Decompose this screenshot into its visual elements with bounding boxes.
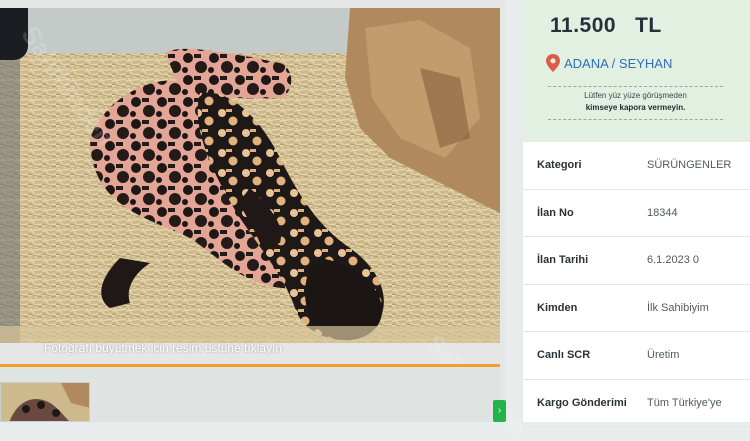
detail-value: 6.1.2023 0 [647,254,699,266]
location-text: ADANA / SEYHAN [564,55,673,71]
detail-value: Tüm Türkiye'ye [647,396,722,409]
detail-row-listing-no: İlan No 18344 [523,190,750,237]
listing-info-panel: 11.500 TL ADANA / SEYHAN Lütfen yüz yüze… [523,0,750,427]
detail-label: Canlı SCR [537,349,591,361]
detail-label: Kargo Gönderimi [537,396,627,409]
notice-line-1: Lütfen yüz yüze görüşmeden [584,91,687,100]
chevron-right-icon: › [497,405,502,416]
main-listing-photo[interactable] [0,8,500,343]
listing-details: Kategori SÜRÜNGENLER İlan No 18344 İlan … [523,142,750,427]
next-thumbnail-button[interactable]: › [493,400,506,422]
gila-monster-photo [0,8,500,343]
detail-row-live-scr: Canlı SCR Üretim [523,332,750,380]
photo-gallery: Sahibinden Sahibinden Fotoğrafı büyütmek… [0,0,531,441]
detail-value: SÜRÜNGENLER [647,159,732,171]
thumbnail-image [1,383,89,421]
listing-location[interactable]: ADANA / SEYHAN [546,53,672,73]
safety-notice: Lütfen yüz yüze görüşmeden kimseye kapor… [548,86,723,120]
detail-row-category: Kategori SÜRÜNGENLER [523,142,750,190]
thumbnail-1[interactable] [0,382,90,422]
enlarge-photo-hint: Fotoğrafı büyütmek için resim üstüne tık… [44,341,283,355]
detail-row-shipping: Kargo Gönderimi Tüm Türkiye'ye [523,380,750,427]
detail-row-listing-date: İlan Tarihi 6.1.2023 0 [523,237,750,285]
detail-label: Kimden [537,301,578,314]
detail-row-from: Kimden İlk Sahibiyim [523,285,750,332]
listing-price: 11.500 TL [550,14,662,37]
price-box: 11.500 TL ADANA / SEYHAN Lütfen yüz yüze… [523,0,750,142]
detail-label: Kategori [537,159,582,171]
detail-value: İlk Sahibiyim [647,301,709,314]
detail-label: İlan No [537,206,574,219]
thumbnail-strip [0,367,500,422]
detail-value: 18344 [647,206,678,219]
detail-value: Üretim [647,349,680,361]
notice-line-2: kimseye kapora vermeyin. [585,103,686,112]
map-pin-icon [546,54,560,72]
detail-label: İlan Tarihi [537,254,589,266]
